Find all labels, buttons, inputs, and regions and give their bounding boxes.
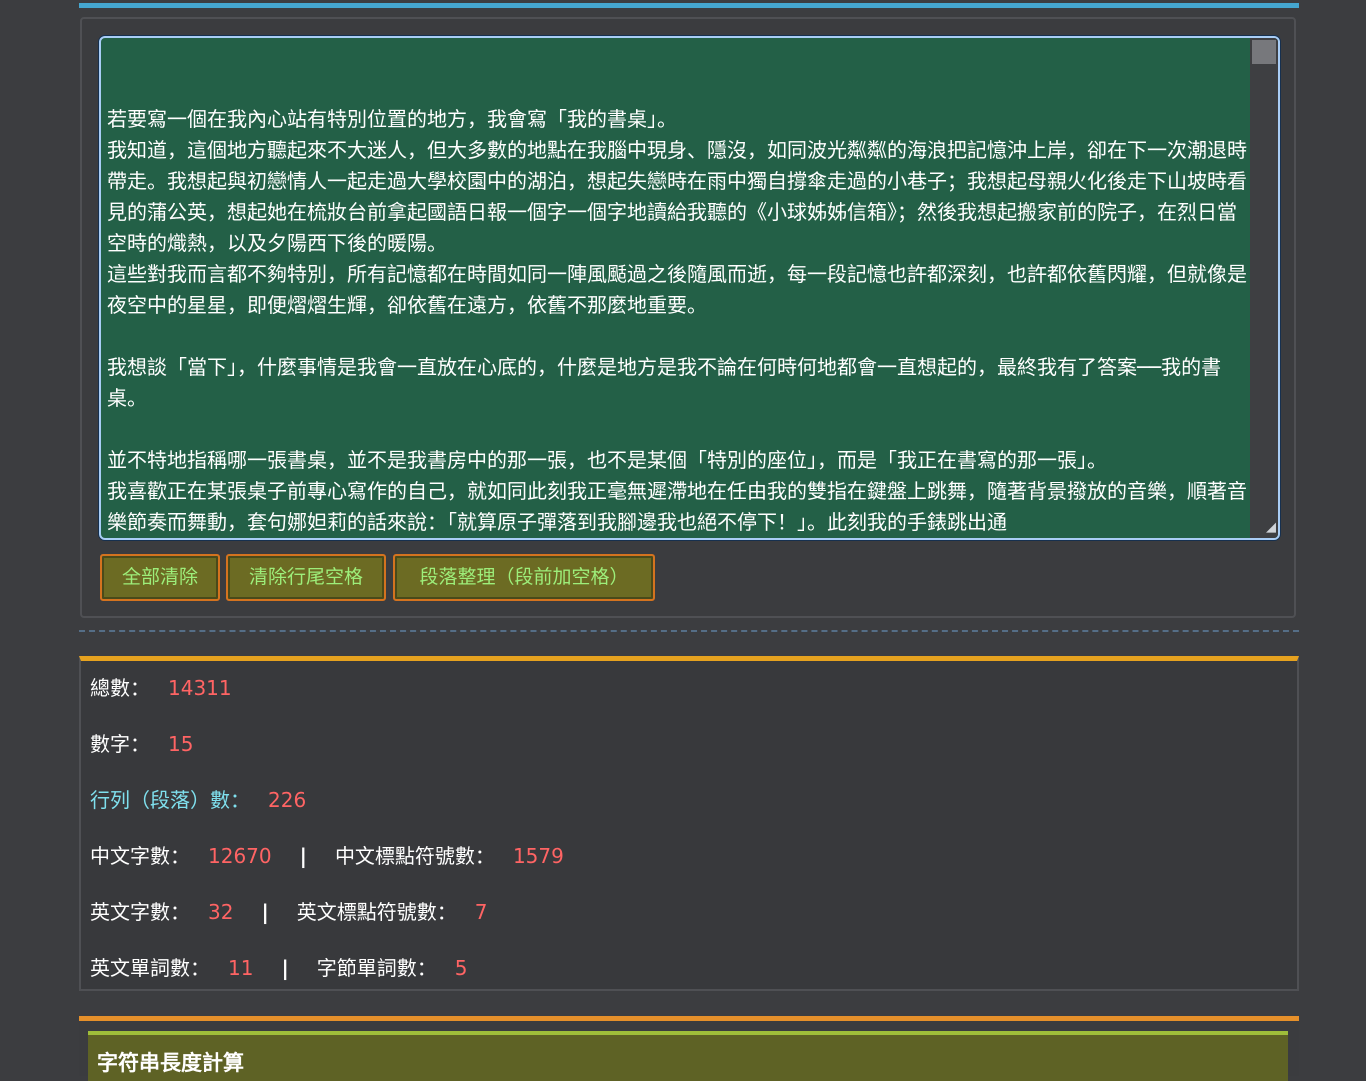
editor-text[interactable]: 若要寫一個在我內心站有特別位置的地方，我會寫「我的書桌」。 我知道，這個地方聽起… <box>107 42 1251 538</box>
stat-separator: | <box>261 900 269 924</box>
stat-cjk-chars-label: 中文字數： <box>90 844 190 868</box>
stat-byte-words-value: 5 <box>454 956 468 980</box>
stat-total-label: 總數： <box>90 676 150 700</box>
vertical-scrollbar[interactable] <box>1250 38 1278 538</box>
stat-en-punct-label: 英文標點符號數： <box>296 900 457 924</box>
stat-separator: | <box>281 956 289 980</box>
stat-total: 總數： 14311 <box>90 673 232 703</box>
stat-lines-label: 行列（段落）數： <box>90 788 250 812</box>
stats-panel: 總數： 14311 數字： 15 行列（段落）數： 226 中文字數： 12670 | 中文… <box>79 656 1299 991</box>
stat-digits-value: 15 <box>168 732 194 756</box>
stat-separator: | <box>299 844 307 868</box>
stat-byte-words-label: 字節單詞數： <box>316 956 437 980</box>
editor-panel: 若要寫一個在我內心站有特別位置的地方，我會寫「我的書桌」。 我知道，這個地方聽起… <box>80 17 1296 618</box>
trim-trailing-spaces-button[interactable]: 清除行尾空格 <box>226 554 386 601</box>
resize-grip-icon[interactable]: ◢ <box>1260 520 1276 536</box>
paragraph-format-button[interactable]: 段落整理（段前加空格） <box>393 554 655 601</box>
stat-cjk-punct-label: 中文標點符號數： <box>334 844 495 868</box>
stat-en-chars-label: 英文字數： <box>90 900 190 924</box>
stat-lines: 行列（段落）數： 226 <box>90 785 306 815</box>
stat-en-words-label: 英文單詞數： <box>90 956 210 980</box>
section-divider <box>79 630 1299 632</box>
stat-english: 英文字數： 32 | 英文標點符號數： 7 <box>90 897 488 927</box>
stat-cjk-chars-value: 12670 <box>208 844 272 868</box>
stat-total-value: 14311 <box>168 676 232 700</box>
stat-en-punct-value: 7 <box>474 900 488 924</box>
stat-en-chars-value: 32 <box>208 900 234 924</box>
stat-en-words-value: 11 <box>228 956 254 980</box>
clear-all-button[interactable]: 全部清除 <box>100 554 220 601</box>
string-length-title: 字符串長度計算 <box>97 1051 244 1075</box>
top-accent-bar <box>79 3 1299 8</box>
stat-cjk-punct-value: 1579 <box>512 844 564 868</box>
string-length-header: 字符串長度計算 <box>88 1031 1288 1081</box>
string-length-panel: 字符串長度計算 <box>79 1016 1299 1081</box>
stat-cjk: 中文字數： 12670 | 中文標點符號數： 1579 <box>90 841 564 871</box>
stat-digits-label: 數字： <box>90 732 150 756</box>
stat-words: 英文單詞數： 11 | 字節單詞數： 5 <box>90 953 468 983</box>
stat-lines-value: 226 <box>268 788 307 812</box>
text-input-area[interactable]: 若要寫一個在我內心站有特別位置的地方，我會寫「我的書桌」。 我知道，這個地方聽起… <box>99 36 1280 540</box>
scrollbar-thumb[interactable] <box>1252 40 1276 64</box>
stat-digits: 數字： 15 <box>90 729 193 759</box>
